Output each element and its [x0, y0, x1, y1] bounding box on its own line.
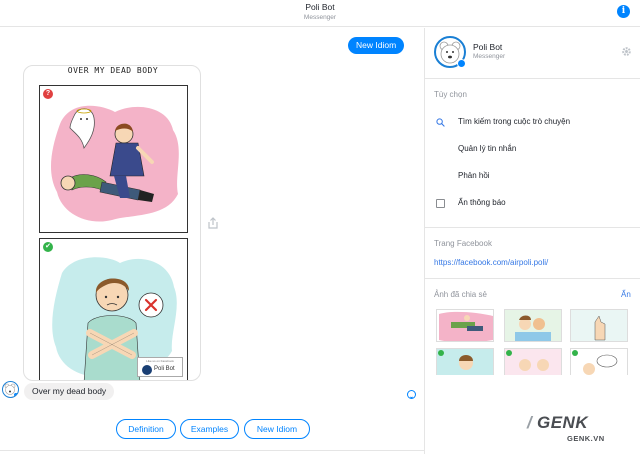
feedback-option[interactable]: Phản hồi	[458, 171, 490, 180]
watermark-slash: /	[527, 413, 532, 432]
bot-avatar[interactable]	[2, 381, 19, 398]
poli-bot-credit-badge: Like us on Facebook Poli Bot	[137, 357, 183, 377]
messenger-window: Poli Bot Messenger i New Idiom OVER MY D…	[0, 0, 640, 454]
section-divider	[425, 78, 640, 79]
mute-notifications-checkbox[interactable]	[436, 199, 445, 208]
shared-photo-thumbnail[interactable]	[504, 348, 562, 375]
watermark-brand: GENK	[537, 413, 589, 432]
conversation-title: Poli Bot	[305, 2, 335, 12]
shared-photos-label: Ảnh đã chia sẻ	[434, 290, 487, 299]
hide-shared-photos-link[interactable]: Ẩn	[621, 290, 631, 299]
comic-illustration-dead-body	[50, 105, 179, 222]
poli-bot-logo-icon	[142, 365, 152, 375]
share-icon[interactable]	[206, 216, 220, 230]
shared-photo-thumbnail[interactable]	[570, 309, 628, 342]
search-icon	[436, 118, 445, 127]
received-message-bubble: Over my dead body	[24, 383, 115, 400]
shared-photos-grid	[434, 305, 640, 375]
wrong-answer-icon: ?	[43, 89, 53, 99]
section-divider	[425, 227, 640, 228]
conversation-header: Poli Bot Messenger i	[0, 0, 640, 27]
comic-panel-wrong: ?	[39, 85, 188, 233]
shared-photo-thumbnail[interactable]	[570, 348, 628, 375]
quick-replies: Definition Examples New Idiom	[0, 419, 424, 441]
examples-button[interactable]: Examples	[180, 419, 239, 439]
conversation-details-panel: Poli Bot Messenger Tùy chọn Tìm kiếm tro…	[425, 28, 640, 454]
shared-photo-thumbnail[interactable]	[436, 309, 494, 342]
messenger-badge-icon	[457, 59, 466, 68]
chat-thread: New Idiom OVER MY DEAD BODY ? ✔ Like us …	[0, 28, 424, 454]
facebook-page-link[interactable]: https://facebook.com/airpoli.poli/	[434, 258, 548, 267]
definition-button[interactable]: Definition	[116, 419, 176, 439]
options-section-label: Tùy chọn	[434, 90, 467, 99]
idiom-card-title: OVER MY DEAD BODY	[67, 66, 159, 75]
comic-panel-correct: ✔ Like us on Facebook Poli Bot	[39, 238, 188, 380]
profile-subtitle: Messenger	[473, 53, 506, 60]
new-idiom-button[interactable]: New Idiom	[244, 419, 310, 439]
credit-caption: Like us on Facebook	[146, 359, 174, 363]
info-icon[interactable]: i	[617, 5, 630, 18]
profile-name: Poli Bot	[473, 42, 503, 52]
emoji-reaction-icon[interactable]	[407, 390, 416, 399]
sent-message-bubble: New Idiom	[348, 37, 405, 54]
composer-divider	[0, 450, 424, 451]
messenger-badge-icon	[13, 392, 18, 397]
watermark-domain: GENK.VN	[567, 434, 605, 443]
shared-photo-thumbnail[interactable]	[504, 309, 562, 342]
mute-notifications-option[interactable]: Ẩn thông báo	[458, 198, 506, 207]
credit-name: Poli Bot	[154, 366, 175, 372]
gear-icon[interactable]	[621, 46, 632, 57]
conversation-subtitle: Messenger	[303, 14, 337, 21]
genk-watermark-logo: / GENK GENK.VN	[527, 413, 632, 447]
idiom-image-card[interactable]: OVER MY DEAD BODY ? ✔ Like us on Faceboo…	[23, 65, 201, 381]
facebook-page-label: Trang Facebook	[434, 239, 492, 248]
correct-answer-icon: ✔	[43, 242, 53, 252]
shared-photo-thumbnail[interactable]	[436, 348, 494, 375]
section-divider	[425, 278, 640, 279]
search-in-conversation-option[interactable]: Tìm kiếm trong cuộc trò chuyện	[458, 117, 570, 126]
manage-messages-option[interactable]: Quản lý tin nhắn	[458, 144, 516, 153]
